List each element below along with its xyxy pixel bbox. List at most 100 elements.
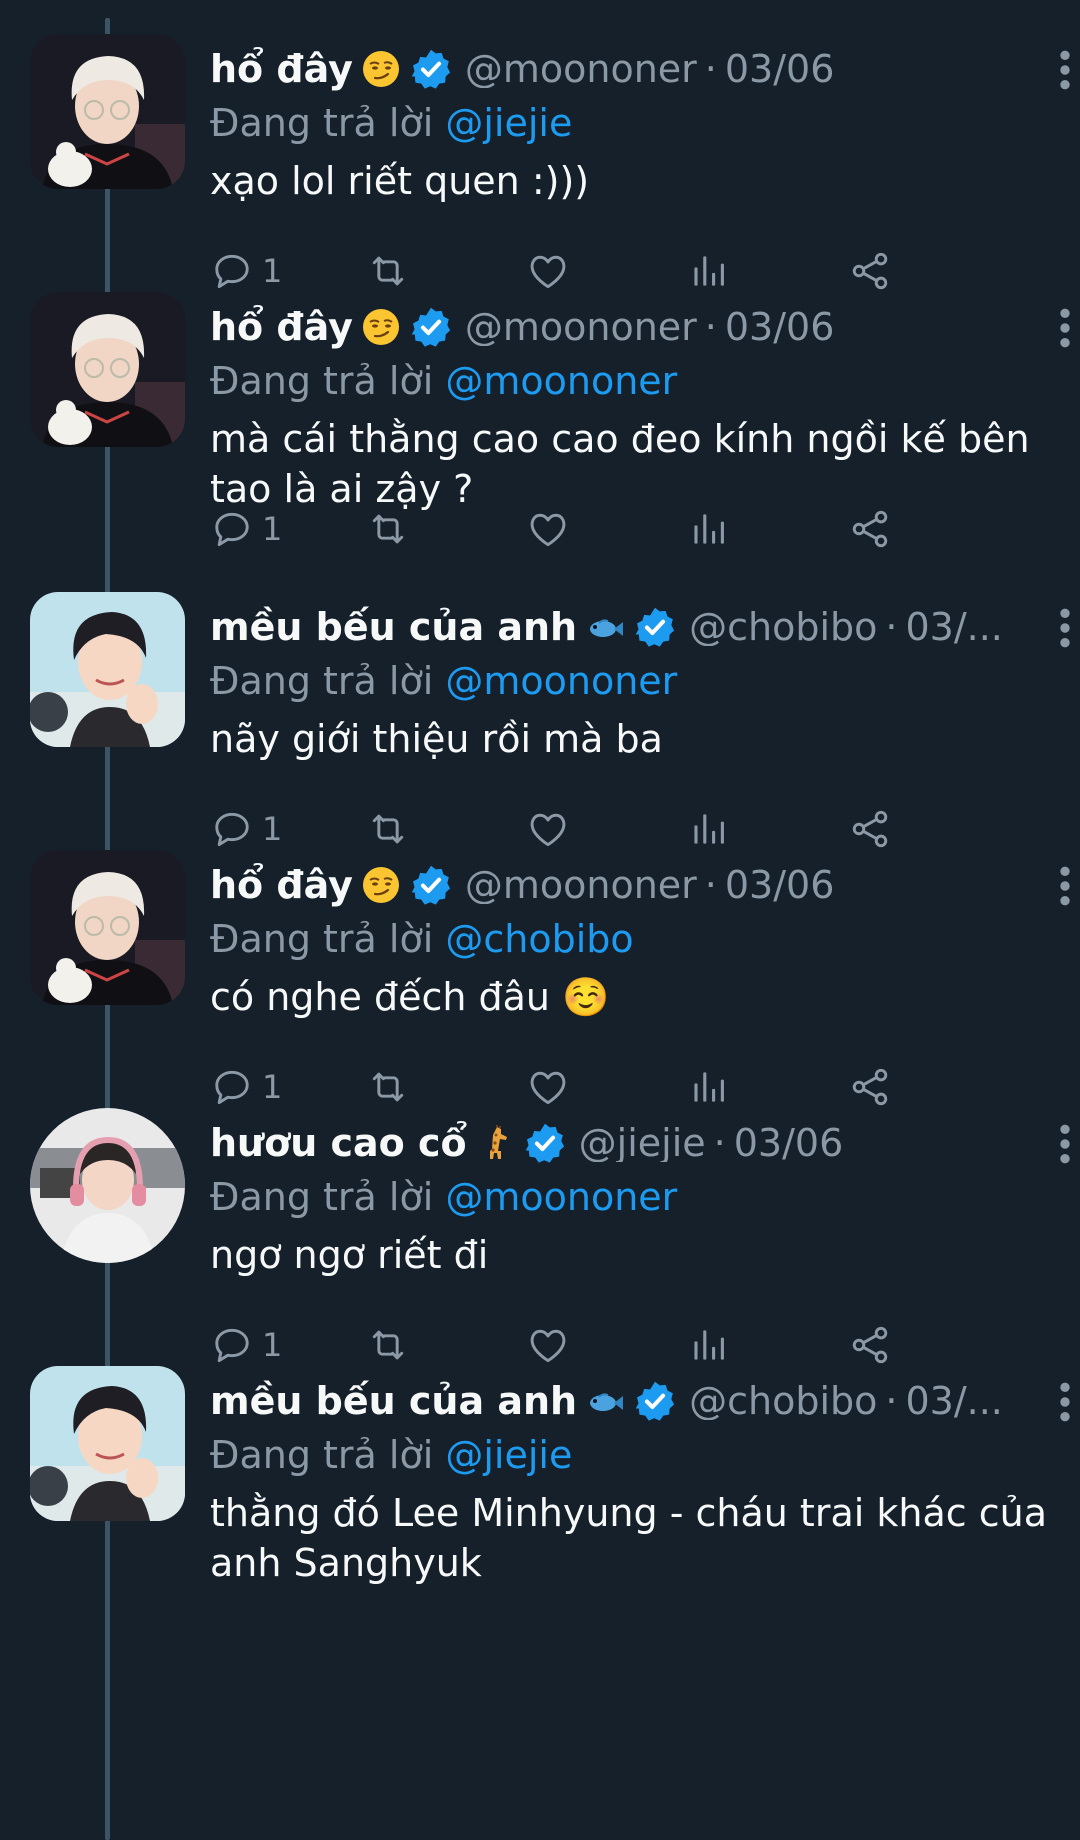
more-options-button[interactable] — [1050, 48, 1080, 92]
tweet-text: có nghe đếch đâu ☺️ — [210, 975, 610, 1019]
more-options-button[interactable] — [1050, 606, 1080, 650]
retweet-button[interactable] — [366, 249, 410, 293]
display-name[interactable]: hổ đây — [210, 866, 353, 904]
verified-badge-icon — [409, 305, 453, 349]
display-name[interactable]: hươu cao cổ — [210, 1124, 467, 1162]
like-icon — [526, 249, 570, 293]
display-name[interactable]: mều bếu của anh — [210, 608, 577, 646]
replying-to-mention[interactable]: @jiejie — [445, 101, 572, 145]
more-options-button[interactable] — [1050, 1122, 1080, 1166]
share-icon — [848, 807, 892, 851]
tweet-date[interactable]: 03/06 — [725, 308, 835, 346]
retweet-icon — [366, 807, 410, 851]
tweet-body: mều bếu của anh @chobibo · 03/... Đang t… — [210, 592, 1050, 764]
like-button[interactable] — [526, 807, 570, 851]
share-button[interactable] — [848, 507, 892, 551]
user-handle[interactable]: @moononer — [465, 866, 697, 904]
reply-count: 1 — [262, 1068, 283, 1106]
reply-count: 1 — [262, 510, 283, 548]
like-button[interactable] — [526, 1065, 570, 1109]
tweet-body: hổ đây @moononer · 03/06 Đang trả lời @c… — [210, 850, 1050, 1022]
tweet-header: hổ đây @moononer · 03/06 — [210, 850, 1050, 920]
tweet-date[interactable]: 03/... — [905, 608, 1002, 646]
tweet-actions: 1 — [210, 804, 1000, 854]
tweet-3[interactable]: mều bếu của anh @chobibo · 03/... Đang t… — [0, 592, 1080, 892]
avatar-blond-glasses-avatar[interactable] — [30, 34, 185, 189]
views-button[interactable] — [686, 1065, 730, 1109]
display-name[interactable]: mều bếu của anh — [210, 1382, 577, 1420]
share-button[interactable] — [848, 1323, 892, 1367]
more-options-button[interactable] — [1050, 1380, 1080, 1424]
tweet-text: nãy giới thiệu rồi mà ba — [210, 717, 663, 761]
user-handle[interactable]: @moononer — [465, 308, 697, 346]
retweet-button[interactable] — [366, 1323, 410, 1367]
reply-button[interactable]: 1 — [210, 807, 282, 851]
replying-to-label: Đang trả lời — [210, 659, 434, 703]
reply-thread: hổ đây @moononer · 03/06 Đang trả lời @j… — [0, 0, 1080, 1840]
reply-button[interactable]: 1 — [210, 1323, 282, 1367]
reply-icon — [210, 507, 254, 551]
like-button[interactable] — [526, 507, 570, 551]
tweet-actions: 1 — [210, 504, 1000, 554]
share-button[interactable] — [848, 807, 892, 851]
replying-to: Đang trả lời @moononer — [210, 656, 1050, 706]
replying-to: Đang trả lời @jiejie — [210, 98, 1050, 148]
views-button[interactable] — [686, 1323, 730, 1367]
retweet-icon — [366, 249, 410, 293]
like-icon — [526, 807, 570, 851]
tweet-1[interactable]: hổ đây @moononer · 03/06 Đang trả lời @j… — [0, 34, 1080, 334]
replying-to-mention[interactable]: @jiejie — [445, 1433, 572, 1477]
tweet-text: mà cái thằng cao cao đeo kính ngồi kế bê… — [210, 417, 1030, 511]
reply-count: 1 — [262, 252, 283, 290]
tweet-date[interactable]: 03/06 — [725, 50, 835, 88]
tweet-5[interactable]: hươu cao cổ @jiejie · 03/06 Đang trả lời… — [0, 1108, 1080, 1408]
views-button[interactable] — [686, 249, 730, 293]
reply-button[interactable]: 1 — [210, 249, 282, 293]
display-name[interactable]: hổ đây — [210, 50, 353, 88]
tweet-2[interactable]: hổ đây @moononer · 03/06 Đang trả lời @m… — [0, 292, 1080, 592]
user-handle[interactable]: @chobibo — [689, 1382, 877, 1420]
retweet-button[interactable] — [366, 507, 410, 551]
share-button[interactable] — [848, 249, 892, 293]
retweet-button[interactable] — [366, 807, 410, 851]
verified-badge-icon — [409, 47, 453, 91]
replying-to-mention[interactable]: @moononer — [445, 1175, 677, 1219]
share-icon — [848, 1065, 892, 1109]
tweet-4[interactable]: hổ đây @moononer · 03/06 Đang trả lời @c… — [0, 850, 1080, 1150]
tweet-text: xạo lol riết quen :))) — [210, 159, 590, 203]
replying-to: Đang trả lời @moononer — [210, 1172, 1050, 1222]
avatar-dark-hair-smiling-avatar[interactable] — [30, 592, 185, 747]
avatar-dark-hair-smiling-avatar[interactable] — [30, 1366, 185, 1521]
replying-to-mention[interactable]: @chobibo — [445, 917, 633, 961]
tweet-date[interactable]: 03/06 — [734, 1124, 844, 1162]
separator: · — [704, 47, 717, 91]
user-handle[interactable]: @moononer — [465, 50, 697, 88]
views-icon — [686, 507, 730, 551]
user-handle[interactable]: @chobibo — [689, 608, 877, 646]
share-button[interactable] — [848, 1065, 892, 1109]
more-options-button[interactable] — [1050, 864, 1080, 908]
avatar-headset-avatar[interactable] — [30, 1108, 185, 1263]
avatar-blond-glasses-avatar[interactable] — [30, 292, 185, 447]
replying-to: Đang trả lời @moononer — [210, 356, 1050, 406]
reply-button[interactable]: 1 — [210, 1065, 282, 1109]
replying-to-mention[interactable]: @moononer — [445, 359, 677, 403]
separator: · — [704, 863, 717, 907]
views-button[interactable] — [686, 507, 730, 551]
reply-count: 1 — [262, 810, 283, 848]
retweet-button[interactable] — [366, 1065, 410, 1109]
replying-to-mention[interactable]: @moononer — [445, 659, 677, 703]
verified-badge-icon — [633, 1379, 677, 1423]
like-button[interactable] — [526, 249, 570, 293]
views-button[interactable] — [686, 807, 730, 851]
like-button[interactable] — [526, 1323, 570, 1367]
tweet-date[interactable]: 03/06 — [725, 866, 835, 904]
smirking-face-emoji — [361, 49, 401, 89]
avatar-blond-glasses-avatar[interactable] — [30, 850, 185, 1005]
display-name[interactable]: hổ đây — [210, 308, 353, 346]
tweet-6[interactable]: mều bếu của anh @chobibo · 03/... Đang t… — [0, 1366, 1080, 1666]
more-options-button[interactable] — [1050, 306, 1080, 350]
reply-button[interactable]: 1 — [210, 507, 282, 551]
user-handle[interactable]: @jiejie — [579, 1124, 706, 1162]
tweet-date[interactable]: 03/... — [905, 1382, 1002, 1420]
